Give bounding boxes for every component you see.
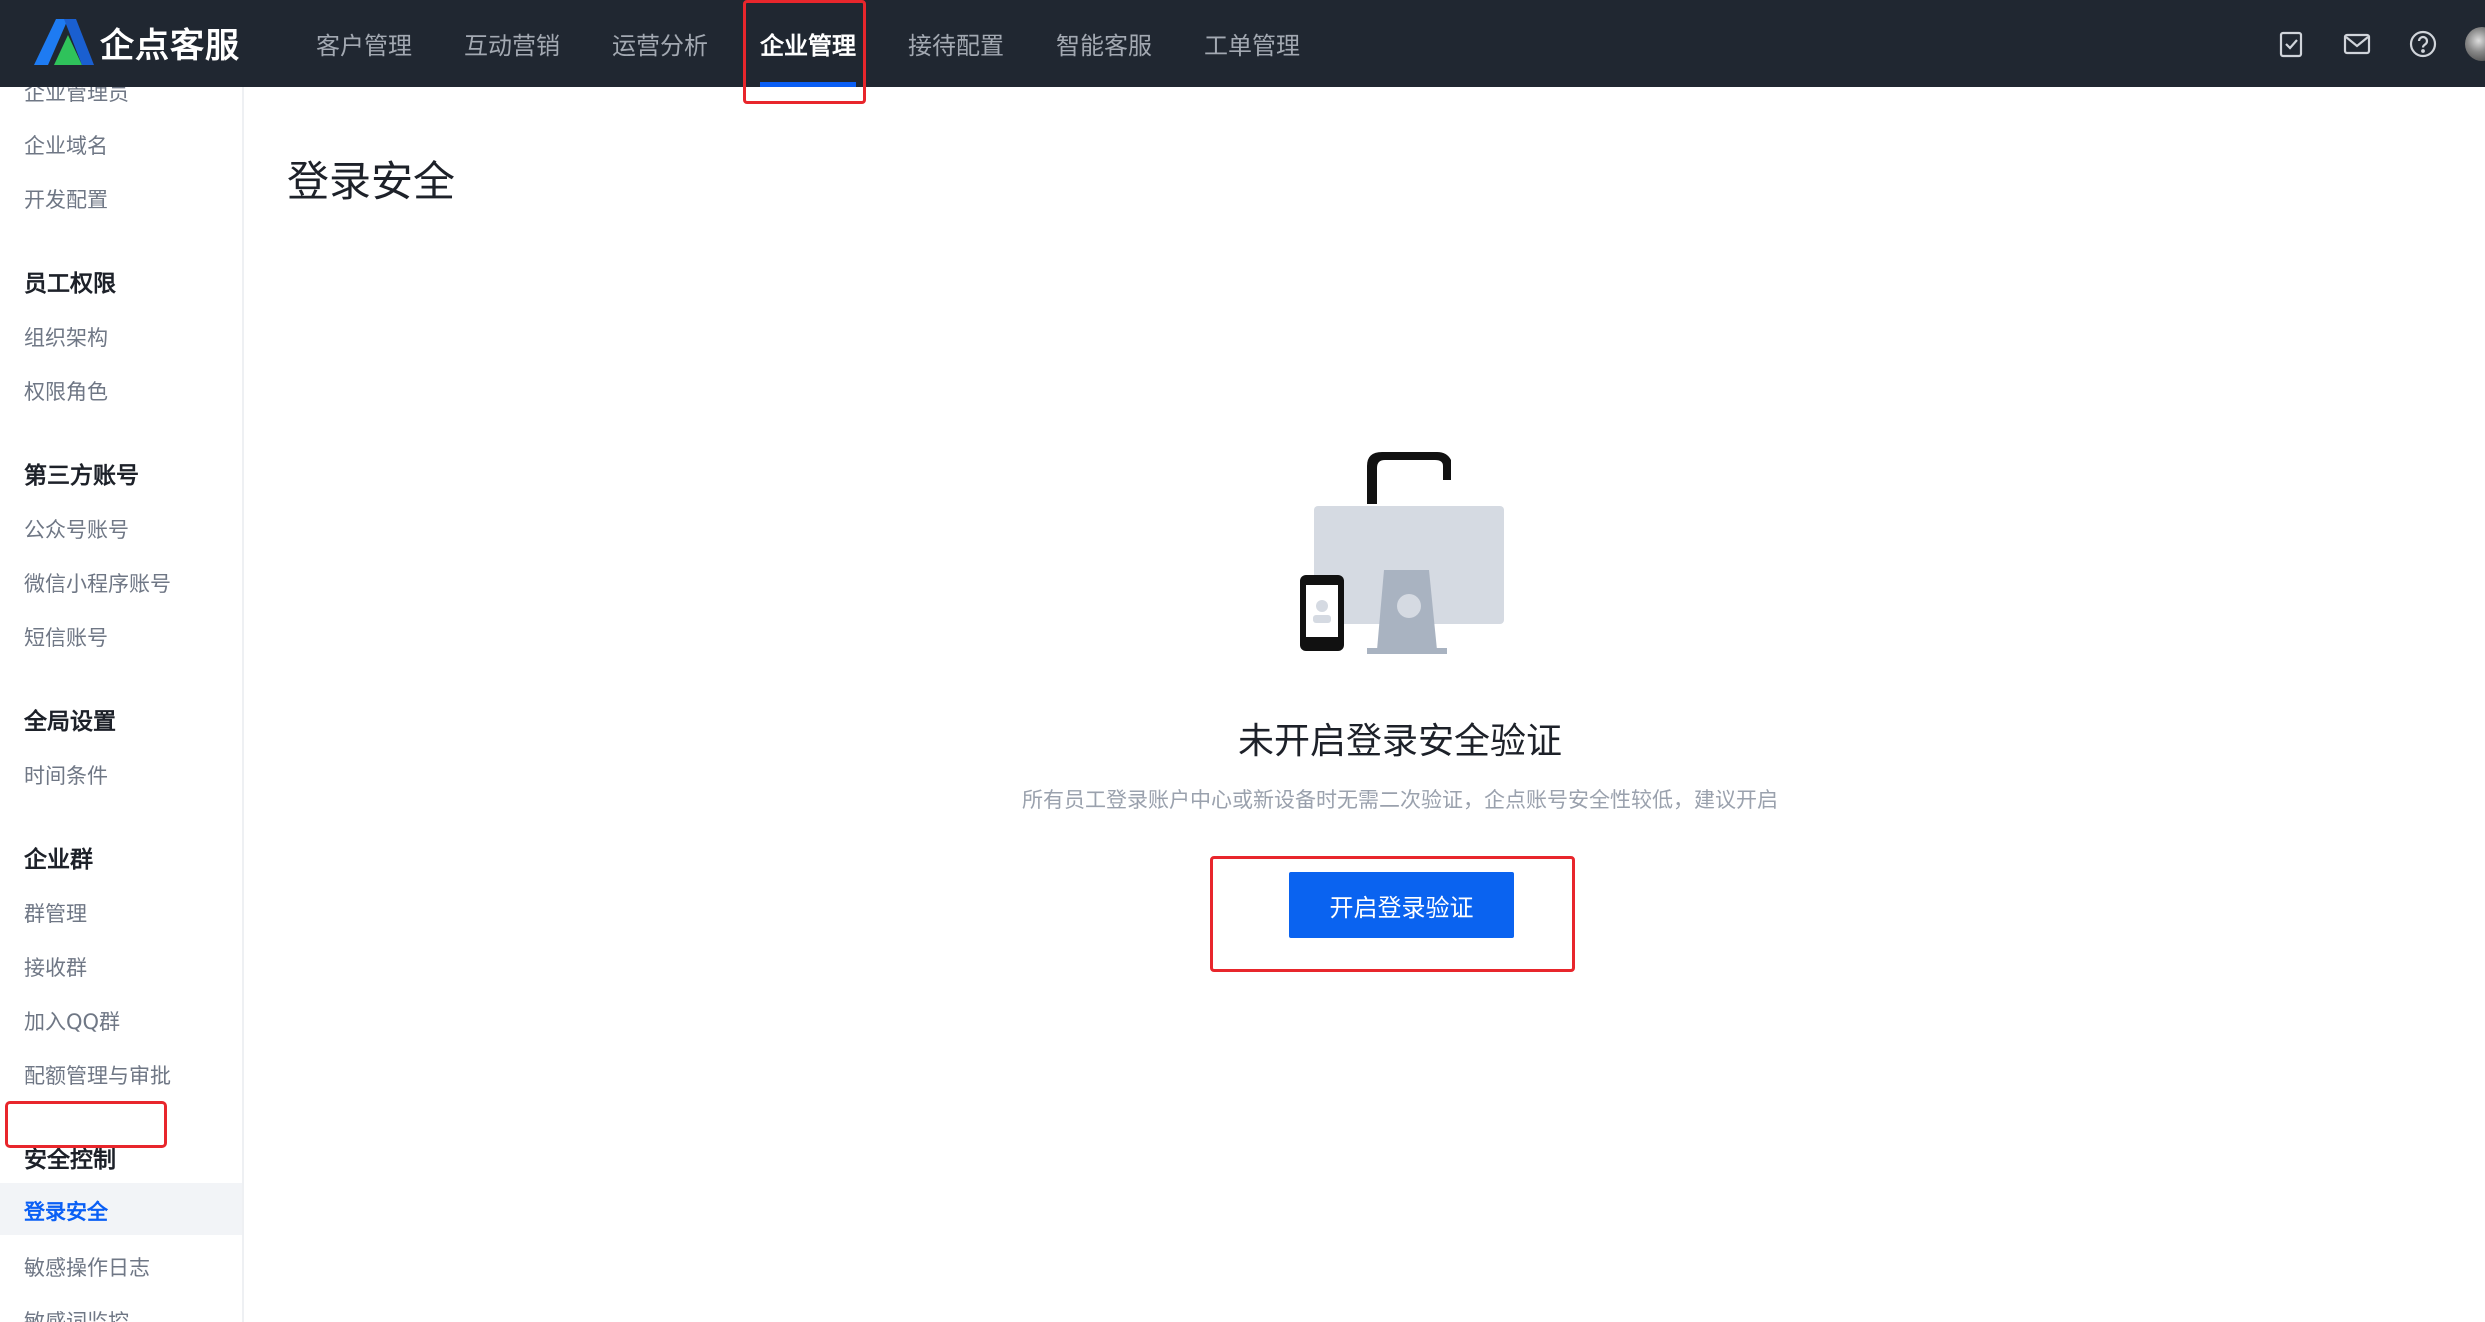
nav-item-smart-service[interactable]: 智能客服: [1030, 0, 1178, 87]
sidebar-item-permission-role[interactable]: 权限角色: [24, 376, 108, 406]
nav-item-enterprise-management[interactable]: 企业管理: [734, 0, 882, 87]
nav-label: 客户管理: [316, 32, 412, 60]
sidebar-item-login-security[interactable]: 登录安全: [24, 1196, 108, 1226]
nav-item-ticket-management[interactable]: 工单管理: [1178, 0, 1326, 87]
empty-state-description: 所有员工登录账户中心或新设备时无需二次验证，企点账号安全性较低，建议开启: [1022, 788, 1778, 812]
sidebar-item-sensitive-op-log[interactable]: 敏感操作日志: [24, 1252, 150, 1282]
nav-label: 接待配置: [908, 32, 1004, 60]
sidebar-item-mini-program-account[interactable]: 微信小程序账号: [24, 568, 171, 598]
logo-text: 企点客服: [100, 25, 240, 66]
enable-login-verification-button[interactable]: 开启登录验证: [1289, 872, 1514, 938]
nav-label: 互动营销: [464, 32, 560, 60]
help-icon[interactable]: [2403, 24, 2443, 64]
avatar[interactable]: [2465, 26, 2485, 61]
sidebar-item-receive-group[interactable]: 接收群: [24, 952, 87, 982]
nav-item-interactive-marketing[interactable]: 互动营销: [438, 0, 586, 87]
nav-label: 企业管理: [760, 32, 856, 60]
nav-label: 运营分析: [612, 32, 708, 60]
sidebar-item-enterprise-admin[interactable]: 企业管理员: [24, 87, 129, 107]
sidebar-item-sensitive-word-monitor[interactable]: 敏感词监控: [24, 1306, 129, 1322]
logo-icon: [34, 19, 94, 65]
checklist-icon[interactable]: [2271, 24, 2311, 64]
nav-item-customer-management[interactable]: 客户管理: [290, 0, 438, 87]
sidebar-group-enterprise-group: 企业群: [24, 847, 93, 873]
logo[interactable]: 企点客服: [34, 18, 240, 66]
nav-label: 工单管理: [1204, 32, 1300, 60]
nav-item-operation-analysis[interactable]: 运营分析: [586, 0, 734, 87]
top-bar: 企点客服 客户管理 互动营销 运营分析 企业管理 接待配置 智能客服 工单管理: [0, 0, 2485, 87]
page-title: 登录安全: [287, 157, 456, 206]
sidebar-item-dev-config[interactable]: 开发配置: [24, 184, 108, 214]
empty-state-title: 未开启登录安全验证: [1237, 721, 1562, 762]
sidebar-group-staff-permission: 员工权限: [24, 271, 116, 297]
sidebar-group-third-party: 第三方账号: [24, 463, 139, 489]
sidebar: 企业管理员 企业域名 开发配置 员工权限 组织架构 权限角色 第三方账号 公众号…: [0, 87, 244, 1322]
mail-icon[interactable]: [2337, 24, 2377, 64]
top-icons: [2245, 0, 2485, 87]
nav-label: 智能客服: [1056, 32, 1152, 60]
sidebar-item-sms-account[interactable]: 短信账号: [24, 622, 108, 652]
top-nav: 客户管理 互动营销 运营分析 企业管理 接待配置 智能客服 工单管理: [290, 0, 1326, 87]
sidebar-item-group-management[interactable]: 群管理: [24, 898, 87, 928]
sidebar-item-join-qq-group[interactable]: 加入QQ群: [24, 1006, 120, 1036]
sidebar-item-org-structure[interactable]: 组织架构: [24, 322, 108, 352]
security-illustration-icon: [1300, 452, 1504, 654]
sidebar-item-enterprise-domain[interactable]: 企业域名: [24, 130, 108, 160]
sidebar-group-security-control: 安全控制: [24, 1147, 116, 1173]
nav-item-reception-config[interactable]: 接待配置: [882, 0, 1030, 87]
sidebar-item-quota-approval[interactable]: 配额管理与审批: [24, 1060, 171, 1090]
sidebar-item-official-account[interactable]: 公众号账号: [24, 514, 129, 544]
